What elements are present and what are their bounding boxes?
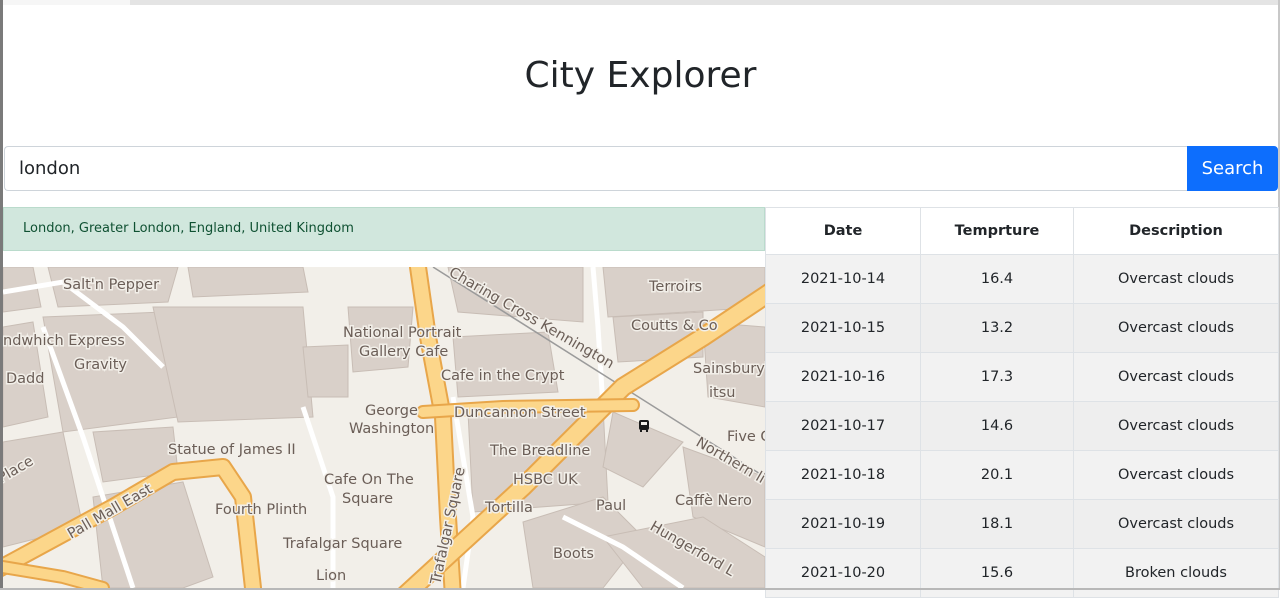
map-label: George — [365, 403, 418, 419]
map-label: HSBC UK — [513, 472, 578, 488]
cell-description: Overcast clouds — [1073, 499, 1279, 549]
cell-date: 2021-10-19 — [765, 499, 921, 549]
page-title: City Explorer — [524, 55, 757, 96]
map-label: Lion — [316, 568, 346, 584]
search-button[interactable]: Search — [1187, 146, 1278, 191]
map-label: Square — [342, 491, 393, 507]
map-label: National Portrait — [343, 325, 462, 341]
cell-date: 2021-10-20 — [765, 548, 921, 598]
cell-temperature: 13.2 — [920, 303, 1074, 353]
map-label: Terroirs — [648, 279, 702, 295]
city-map[interactable]: Salt'n Pepper Charing Cross Kennington T… — [3, 267, 765, 588]
table-row: 2021-10-14 16.4 Overcast clouds — [765, 254, 1279, 304]
cell-date: 2021-10-14 — [765, 254, 921, 304]
map-label: Tortilla — [484, 500, 533, 516]
cell-date: 2021-10-16 — [765, 352, 921, 402]
cell-date: 2021-10-18 — [765, 450, 921, 500]
table-row: 2021-10-15 13.2 Overcast clouds — [765, 303, 1279, 353]
cell-description: Overcast clouds — [1073, 450, 1279, 500]
table-row: 2021-10-18 20.1 Overcast clouds — [765, 450, 1279, 500]
map-label: Paul — [596, 498, 626, 514]
table-row: 2021-10-17 14.6 Overcast clouds — [765, 401, 1279, 451]
map-label: Cafe in the Crypt — [441, 368, 565, 384]
column-header-description: Description — [1073, 207, 1279, 255]
map-label: Salt'n Pepper — [63, 277, 159, 293]
table-row: 2021-10-16 17.3 Overcast clouds — [765, 352, 1279, 402]
map-label: Fourth Plinth — [215, 502, 307, 518]
cell-temperature: 14.6 — [920, 401, 1074, 451]
map-label: Gallery Cafe — [359, 344, 448, 360]
cell-date: 2021-10-15 — [765, 303, 921, 353]
weather-forecast-table: Date Temprture Description 2021-10-14 16… — [765, 207, 1279, 598]
map-label: The Breadline — [489, 443, 590, 459]
map-label: Five G — [727, 429, 765, 445]
browser-tab[interactable] — [2, 0, 130, 5]
map-canvas[interactable]: Salt'n Pepper Charing Cross Kennington T… — [3, 267, 765, 588]
map-label: Statue of James II — [168, 442, 296, 458]
cell-temperature: 20.1 — [920, 450, 1074, 500]
map-label: Washington — [349, 421, 434, 437]
cell-temperature: 17.3 — [920, 352, 1074, 402]
table-header-row: Date Temprture Description — [765, 207, 1279, 255]
column-header-temperature: Temprture — [920, 207, 1074, 255]
map-label: itsu — [709, 385, 735, 401]
location-result-alert: London, Greater London, England, United … — [3, 207, 765, 251]
map-label: Trafalgar Square — [282, 536, 402, 552]
cell-temperature: 16.4 — [920, 254, 1074, 304]
map-label: Duncannon Street — [454, 405, 586, 421]
cell-temperature: 15.6 — [920, 548, 1074, 598]
cell-description: Overcast clouds — [1073, 352, 1279, 402]
map-label: Caffè Nero — [675, 493, 752, 509]
cell-temperature: 18.1 — [920, 499, 1074, 549]
map-label: Cafe On The — [324, 472, 414, 488]
map-label: Dadd — [6, 371, 44, 387]
map-label: ndwhich Express — [3, 333, 125, 349]
cell-description: Overcast clouds — [1073, 401, 1279, 451]
city-search-input[interactable] — [4, 146, 1187, 191]
browser-top-bar — [0, 0, 1280, 5]
table-row: 2021-10-20 15.6 Broken clouds — [765, 548, 1279, 598]
column-header-date: Date — [765, 207, 921, 255]
map-label: Coutts & Co — [631, 318, 718, 334]
map-label: Boots — [553, 546, 594, 562]
table-row: 2021-10-19 18.1 Overcast clouds — [765, 499, 1279, 549]
map-label: Sainsbury' — [693, 361, 765, 377]
cell-description: Overcast clouds — [1073, 254, 1279, 304]
cell-description: Broken clouds — [1073, 548, 1279, 598]
cell-description: Overcast clouds — [1073, 303, 1279, 353]
map-label: Gravity — [74, 357, 127, 373]
cell-date: 2021-10-17 — [765, 401, 921, 451]
